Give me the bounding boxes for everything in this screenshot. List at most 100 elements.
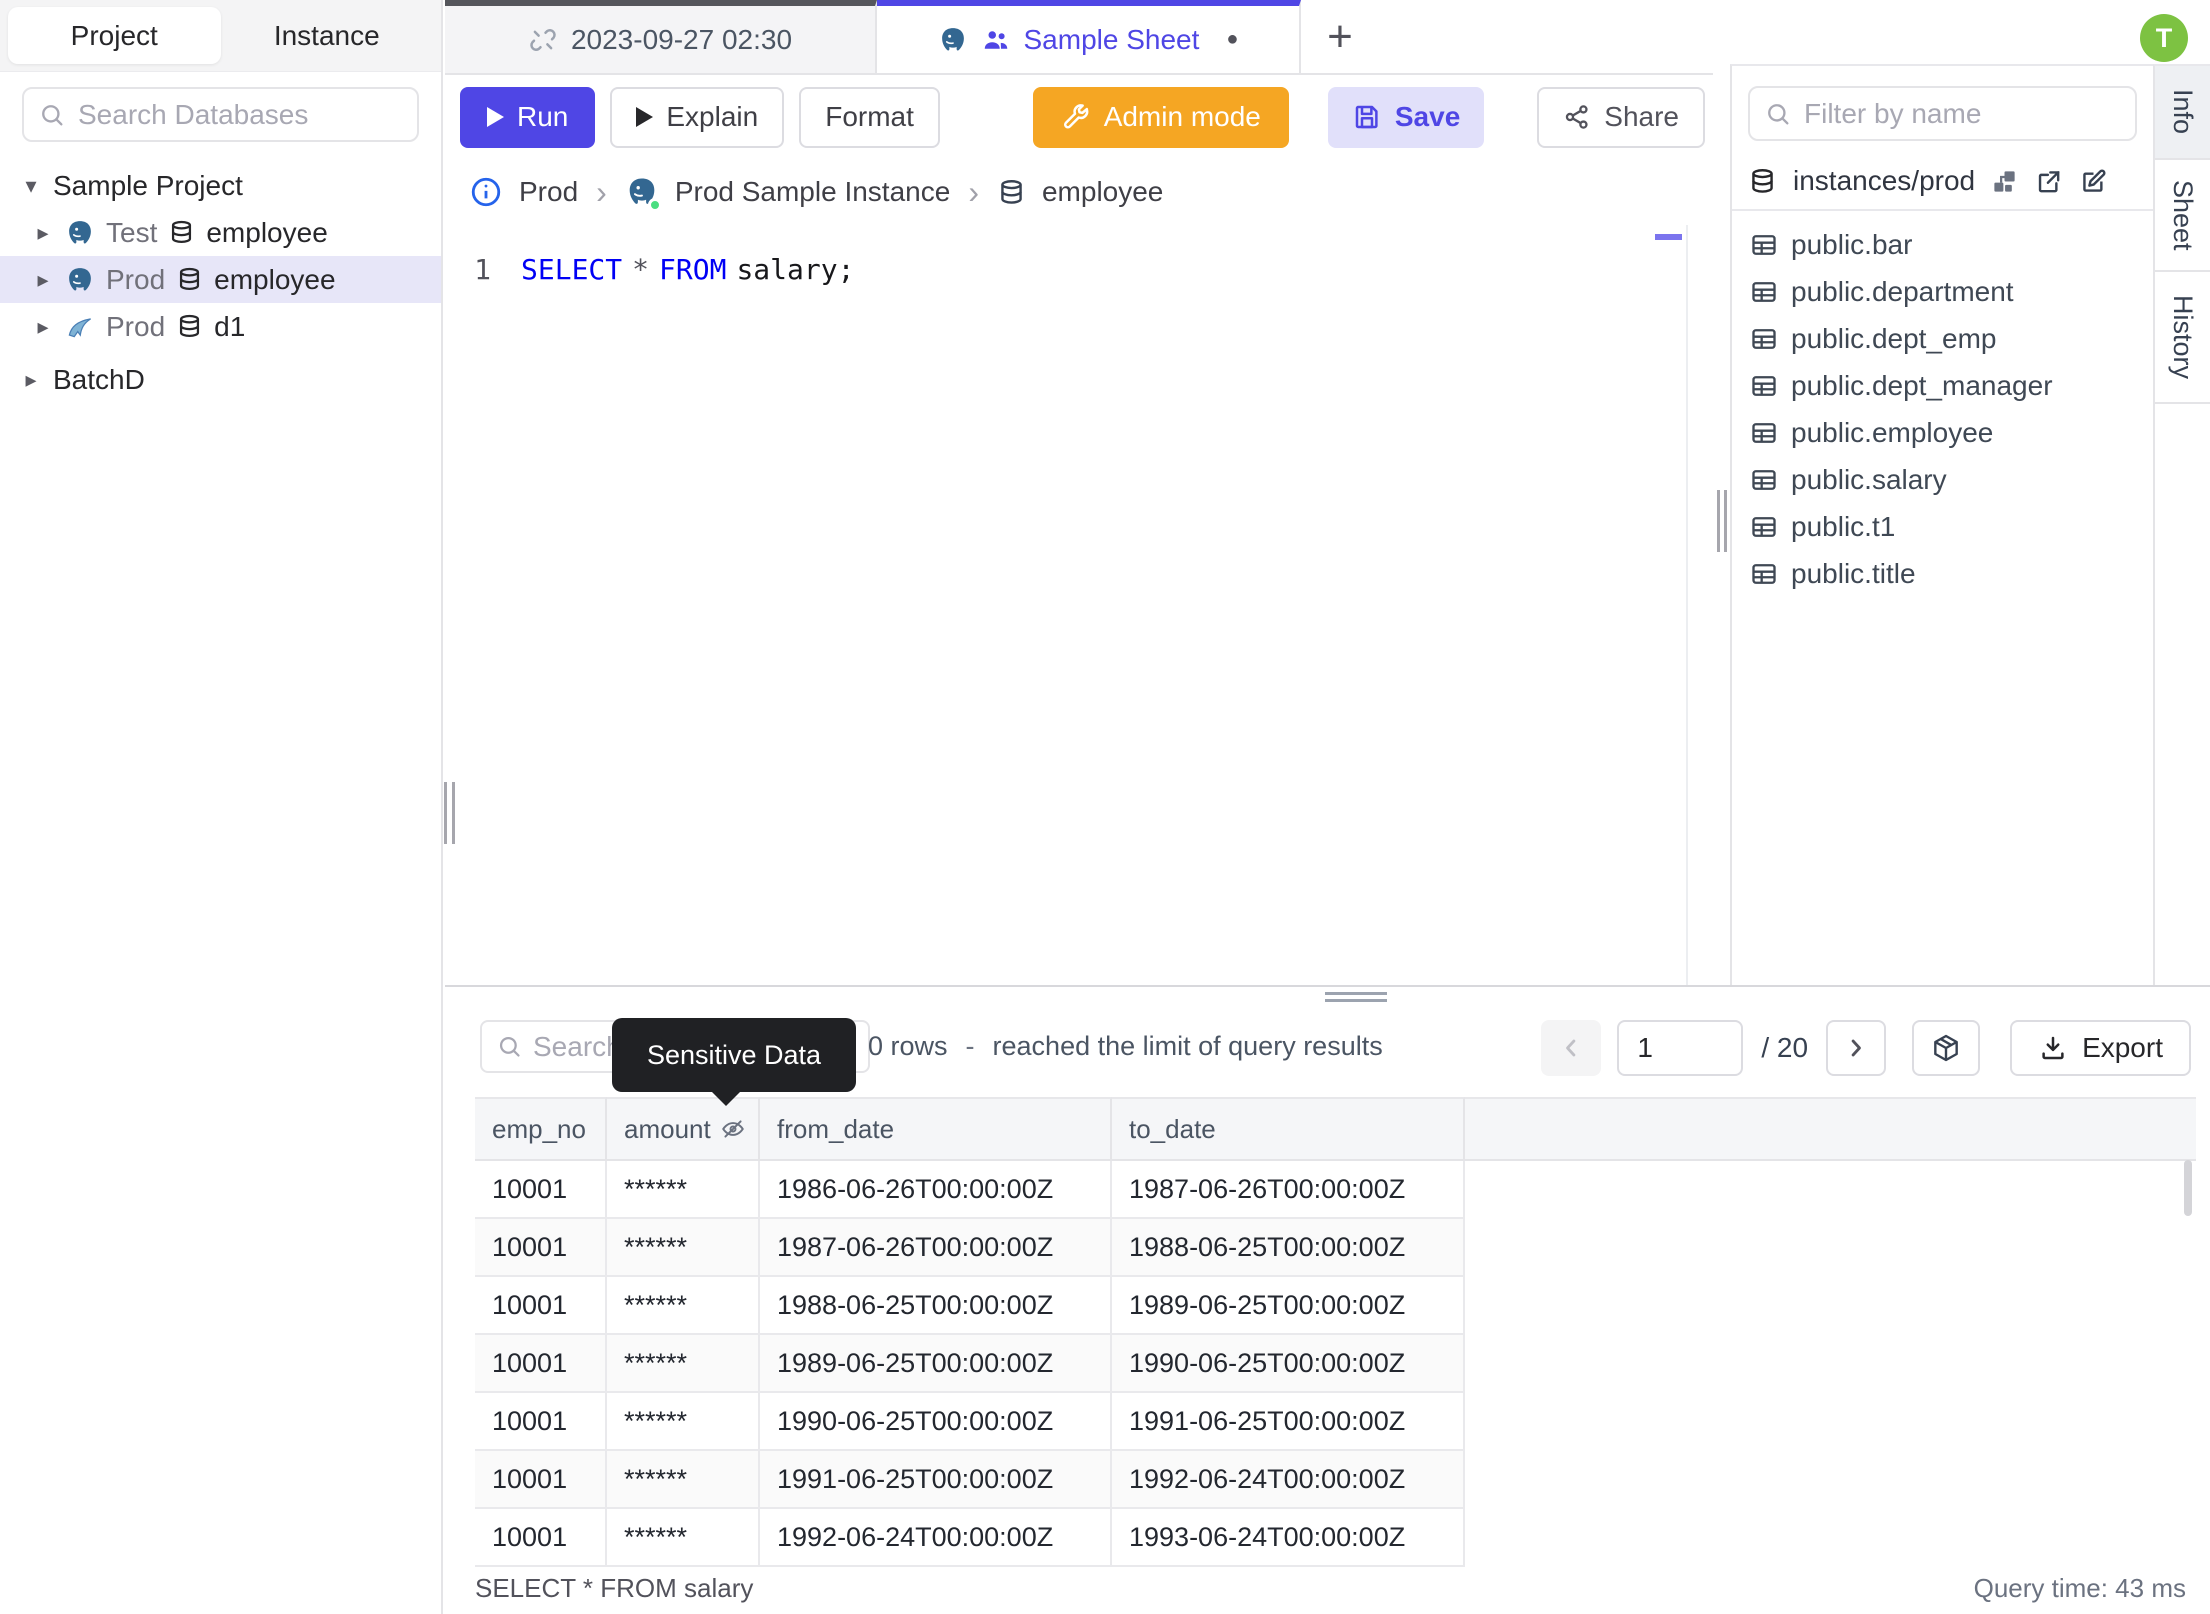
prev-page-button[interactable]: [1541, 1020, 1602, 1076]
cell[interactable]: 10001: [475, 1509, 607, 1567]
share-button[interactable]: Share: [1537, 86, 1705, 148]
cell[interactable]: 1992-06-24T00:00:00Z: [760, 1509, 1112, 1567]
table-item[interactable]: public.dept_manager: [1732, 362, 2153, 409]
code-line[interactable]: 1 SELECT * FROM salary;: [445, 249, 1713, 289]
explain-button[interactable]: Explain: [610, 86, 785, 148]
cell[interactable]: 1989-06-25T00:00:00Z: [760, 1335, 1112, 1393]
edit-icon[interactable]: [2079, 167, 2108, 196]
panel-resize-handle[interactable]: [1325, 992, 1387, 1006]
cell[interactable]: 1991-06-25T00:00:00Z: [1112, 1393, 1465, 1451]
cell[interactable]: 1993-06-24T00:00:00Z: [1112, 1509, 1465, 1567]
cell-masked[interactable]: ******: [607, 1451, 760, 1509]
chevron-right-icon[interactable]: ▸: [32, 314, 54, 340]
column-header-amount[interactable]: amount: [607, 1097, 760, 1161]
tree-item-prod-d1[interactable]: ▸ Prod d1: [0, 303, 441, 350]
cell[interactable]: 10001: [475, 1393, 607, 1451]
tree-item-batchd[interactable]: ▸ BatchD: [0, 356, 441, 403]
table-list: public.bar public.department public.dept…: [1732, 211, 2153, 597]
table-item[interactable]: public.salary: [1732, 456, 2153, 503]
explain-label: Explain: [666, 101, 759, 132]
export-button[interactable]: Export: [2010, 1020, 2191, 1076]
cell-masked[interactable]: ******: [607, 1161, 760, 1219]
sidebar-resize-handle[interactable]: [444, 782, 455, 844]
tree-item-prod-employee[interactable]: ▸ Prod employee: [0, 256, 441, 303]
format-button[interactable]: Format: [799, 86, 940, 148]
next-page-button[interactable]: [1826, 1020, 1887, 1076]
cell-masked[interactable]: ******: [607, 1393, 760, 1451]
sheet-tab-sample-sheet[interactable]: Sample Sheet ●: [877, 0, 1301, 73]
table-name: public.employee: [1791, 416, 1994, 448]
new-sheet-button[interactable]: +: [1301, 0, 1379, 73]
chevron-right-icon[interactable]: ▸: [32, 220, 54, 246]
table-item[interactable]: public.bar: [1732, 221, 2153, 268]
save-button[interactable]: Save: [1327, 86, 1485, 148]
column-header-from-date[interactable]: from_date: [760, 1097, 1112, 1161]
search-databases-input[interactable]: [78, 98, 403, 131]
table-item[interactable]: public.title: [1732, 550, 2153, 597]
sql-keyword: SELECT: [521, 252, 623, 286]
run-button[interactable]: Run: [460, 86, 596, 148]
page-number-input[interactable]: [1617, 1020, 1744, 1076]
cell[interactable]: 1987-06-26T00:00:00Z: [760, 1219, 1112, 1277]
cell[interactable]: 1990-06-25T00:00:00Z: [760, 1393, 1112, 1451]
breadcrumb-instance[interactable]: Prod Sample Instance: [675, 176, 951, 208]
table-item[interactable]: public.dept_emp: [1732, 315, 2153, 362]
tree-item-test-employee[interactable]: ▸ Test employee: [0, 209, 441, 256]
cell[interactable]: 1992-06-24T00:00:00Z: [1112, 1451, 1465, 1509]
database-icon: [1752, 168, 1773, 193]
cell[interactable]: 10001: [475, 1219, 607, 1277]
chevron-down-icon[interactable]: ▾: [20, 173, 42, 199]
schema-diagram-icon[interactable]: [1991, 168, 2018, 195]
cell[interactable]: 1990-06-25T00:00:00Z: [1112, 1335, 1465, 1393]
tab-instance[interactable]: Instance: [221, 7, 434, 64]
table-item[interactable]: public.department: [1732, 268, 2153, 315]
sql-text: salary;: [736, 252, 855, 286]
table-item[interactable]: public.employee: [1732, 409, 2153, 456]
chevron-right-icon[interactable]: ▸: [32, 267, 54, 293]
breadcrumb-environment[interactable]: Prod: [519, 176, 578, 208]
tree-item-sample-project[interactable]: ▾ Sample Project: [0, 162, 441, 209]
cell[interactable]: 10001: [475, 1335, 607, 1393]
cell[interactable]: 1988-06-25T00:00:00Z: [760, 1277, 1112, 1335]
cell-masked[interactable]: ******: [607, 1219, 760, 1277]
sheet-tab-unsaved[interactable]: 2023-09-27 02:30: [445, 0, 877, 73]
page-total: / 20: [1761, 1032, 1809, 1063]
table-item[interactable]: public.t1: [1732, 503, 2153, 550]
cell[interactable]: 1991-06-25T00:00:00Z: [760, 1451, 1112, 1509]
cell-masked[interactable]: ******: [607, 1335, 760, 1393]
panel-resize-handle[interactable]: [1717, 490, 1727, 552]
cell[interactable]: 10001: [475, 1161, 607, 1219]
sql-editor[interactable]: 1 SELECT * FROM salary;: [445, 225, 1713, 985]
table-name: public.dept_manager: [1791, 369, 2053, 401]
tab-project[interactable]: Project: [8, 7, 221, 64]
filter-by-name-input[interactable]: [1804, 97, 2121, 130]
tab-sheet[interactable]: Sheet: [2155, 160, 2210, 272]
chevron-separator-icon: ›: [596, 173, 607, 210]
cell[interactable]: 10001: [475, 1451, 607, 1509]
cell[interactable]: 1988-06-25T00:00:00Z: [1112, 1219, 1465, 1277]
tab-info[interactable]: Info: [2155, 66, 2210, 160]
chevron-right-icon[interactable]: ▸: [20, 367, 42, 393]
column-header-filler: [1465, 1097, 2196, 1161]
cell-masked[interactable]: ******: [607, 1509, 760, 1567]
sql-editor-app: Project Instance ▾ Sample Project ▸ Test…: [0, 0, 2210, 1614]
database-label: employee: [214, 263, 336, 295]
cell[interactable]: 1987-06-26T00:00:00Z: [1112, 1161, 1465, 1219]
column-header-emp-no[interactable]: emp_no: [475, 1097, 607, 1161]
breadcrumb-database[interactable]: employee: [1042, 176, 1163, 208]
external-link-icon[interactable]: [2034, 167, 2063, 196]
column-header-to-date[interactable]: to_date: [1112, 1097, 1465, 1161]
info-icon[interactable]: [469, 175, 503, 209]
database-search-box: [22, 87, 419, 142]
cell-masked[interactable]: ******: [607, 1277, 760, 1335]
cell[interactable]: 1986-06-26T00:00:00Z: [760, 1161, 1112, 1219]
cell[interactable]: 1989-06-25T00:00:00Z: [1112, 1277, 1465, 1335]
admin-mode-button[interactable]: Admin mode: [1032, 86, 1289, 148]
panel-divider[interactable]: [1713, 75, 1730, 985]
visualize-button[interactable]: [1912, 1020, 1981, 1076]
editor-scrollbar-track[interactable]: [1686, 225, 1688, 985]
tab-history[interactable]: History: [2155, 272, 2210, 404]
avatar[interactable]: T: [2140, 14, 2188, 62]
results-scrollbar-thumb[interactable]: [2184, 1160, 2192, 1216]
cell[interactable]: 10001: [475, 1277, 607, 1335]
